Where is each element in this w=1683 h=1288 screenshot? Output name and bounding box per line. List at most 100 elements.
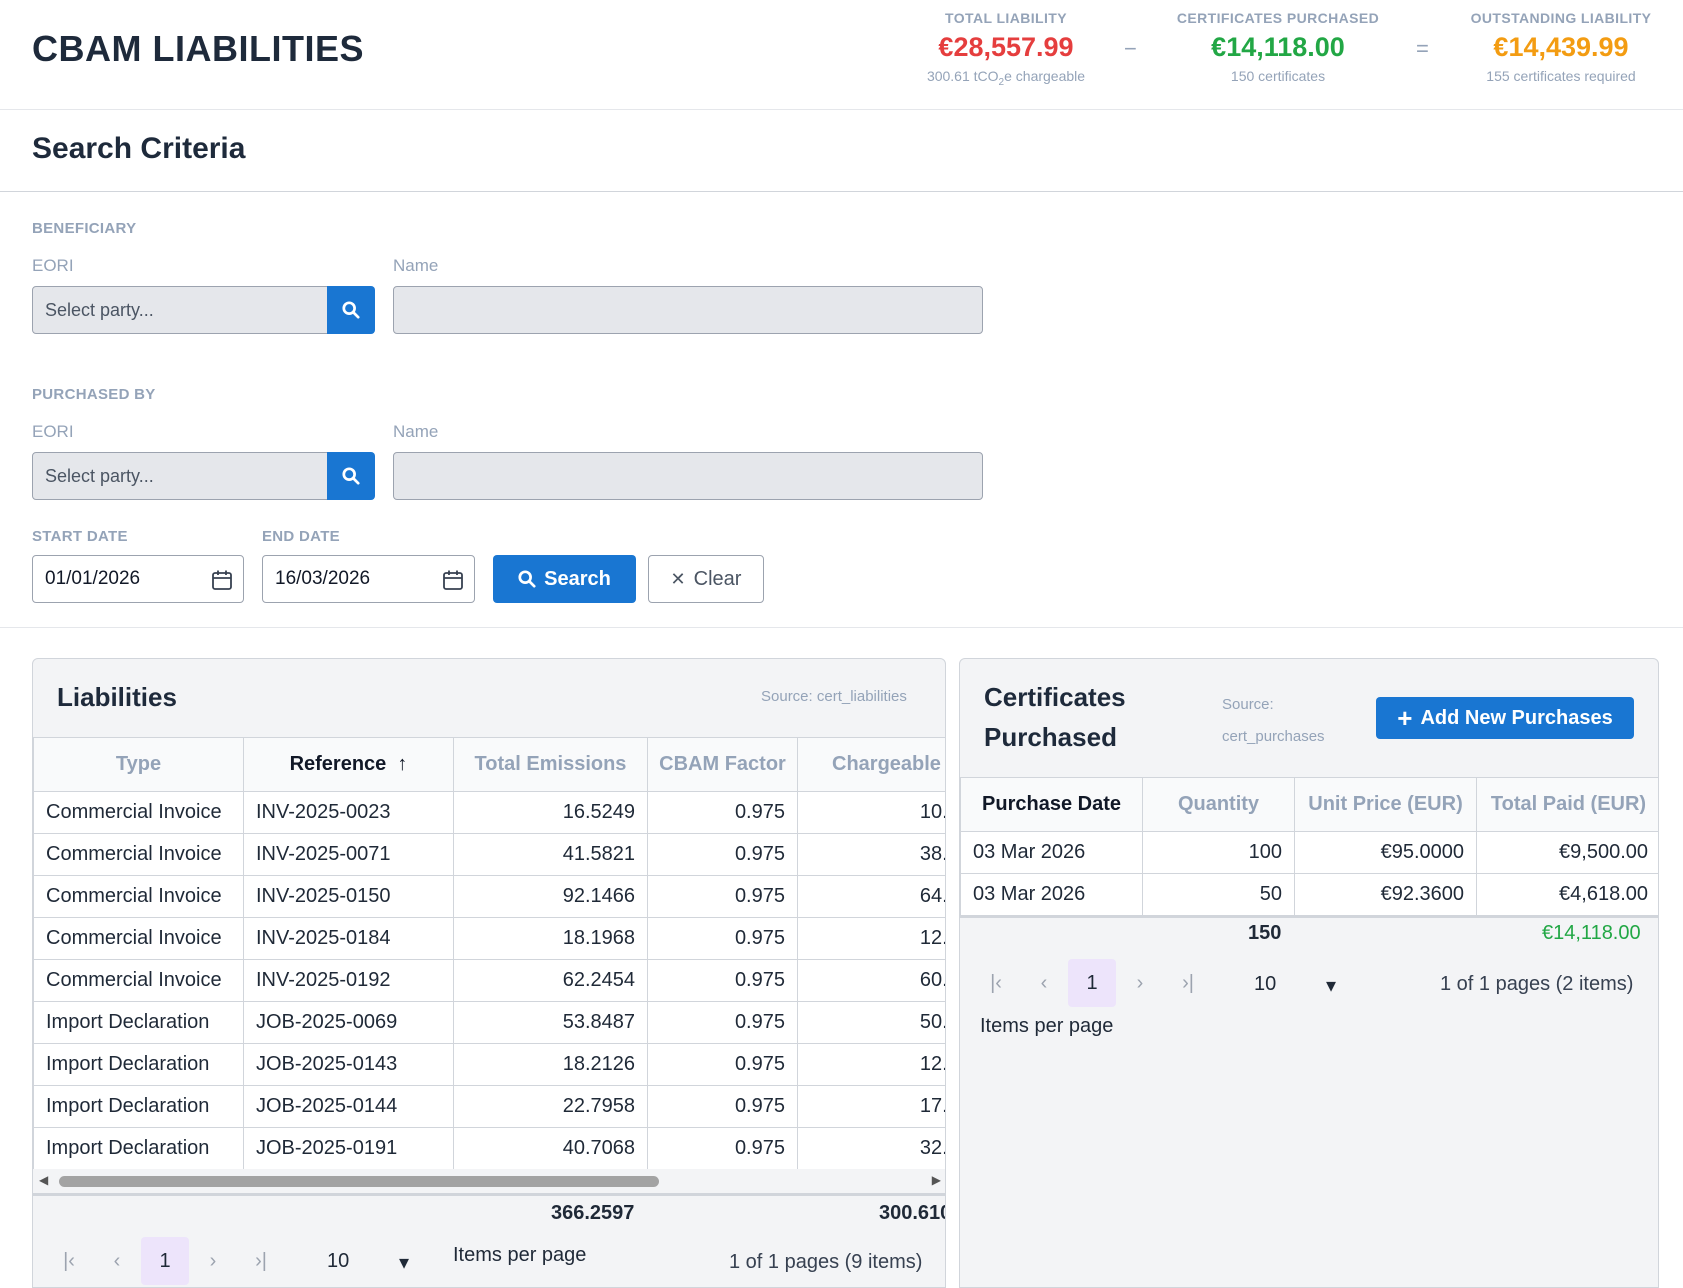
prev-page-icon[interactable]: ‹ — [1020, 959, 1068, 1007]
column-header-type[interactable]: Type — [33, 737, 244, 792]
end-date-label: END DATE — [262, 528, 340, 545]
total-chargeable-sum: 300.610 — [879, 1202, 946, 1224]
next-page-icon[interactable]: › — [1116, 959, 1164, 1007]
chevron-down-icon: ▾ — [399, 1252, 410, 1274]
table-cell: 0.975 — [647, 1043, 798, 1086]
table-cell: 18.1968 — [453, 917, 648, 960]
purchased-by-name-label: Name — [393, 422, 439, 441]
search-criteria-title: Search Criteria — [32, 132, 246, 165]
page-button-1[interactable]: 1 — [1068, 959, 1116, 1007]
table-cell: INV-2025-0184 — [243, 917, 454, 960]
scroll-left-icon[interactable]: ◀ — [39, 1173, 48, 1187]
table-cell: INV-2025-0192 — [243, 959, 454, 1002]
column-header-unit-price[interactable]: Unit Price (EUR) — [1294, 777, 1477, 832]
minus-operator: − — [1124, 36, 1137, 61]
table-row[interactable]: Commercial Invoice INV-2025-0192 62.2454 0.… — [33, 959, 945, 1002]
last-page-icon[interactable]: ›| — [1164, 959, 1212, 1007]
table-cell: Import Declaration — [33, 1043, 244, 1086]
page-size-select[interactable]: 10 ▾ — [1254, 973, 1336, 997]
search-button[interactable]: Search — [493, 555, 636, 603]
last-page-icon[interactable]: ›| — [237, 1237, 285, 1285]
beneficiary-search-button[interactable] — [327, 286, 375, 334]
column-header-chargeable[interactable]: Chargeable — [797, 737, 945, 792]
start-date-input[interactable]: 01/01/2026 — [32, 555, 244, 603]
search-icon — [518, 570, 536, 588]
purchased-by-name-field[interactable] — [393, 452, 983, 500]
add-new-purchases-button[interactable]: + Add New Purchases — [1376, 697, 1634, 739]
page-size-value: 10 — [1254, 973, 1277, 995]
kpi-total-value: €28,557.99 — [938, 32, 1074, 62]
table-cell: JOB-2025-0069 — [243, 1001, 454, 1044]
table-cell: 53.8487 — [453, 1001, 648, 1044]
table-row[interactable]: 03 Mar 2026 100 €95.0000 €9,500.00 — [960, 831, 1658, 874]
certificates-header-row: Purchase Date Quantity Unit Price (EUR) … — [960, 777, 1658, 832]
page-size-select[interactable]: 10 ▾ — [327, 1250, 409, 1274]
liabilities-pager: |‹ ‹ 1 › ›| — [45, 1237, 285, 1285]
clear-button[interactable]: ✕ Clear — [648, 555, 764, 603]
certificates-totals-row: 150 €14,118.00 — [960, 915, 1658, 947]
table-cell: 16.5249 — [453, 791, 648, 834]
table-row[interactable]: 03 Mar 2026 50 €92.3600 €4,618.00 — [960, 873, 1658, 916]
table-cell: 12.739 — [797, 917, 945, 960]
kpi-total-sub: 300.61 tCO2e chargeable — [926, 68, 1086, 88]
table-cell: 41.5821 — [453, 833, 648, 876]
start-date-label: START DATE — [32, 528, 128, 545]
table-row[interactable]: Import Declaration JOB-2025-0143 18.2126 0.… — [33, 1043, 945, 1086]
end-date-input[interactable]: 16/03/2026 — [262, 555, 475, 603]
table-cell: 18.2126 — [453, 1043, 648, 1086]
table-row[interactable]: Commercial Invoice INV-2025-0150 92.1466 0.… — [33, 875, 945, 918]
table-cell: JOB-2025-0191 — [243, 1127, 454, 1170]
column-header-purchase-date[interactable]: Purchase Date — [960, 777, 1143, 832]
table-cell: INV-2025-0071 — [243, 833, 454, 876]
table-cell: JOB-2025-0144 — [243, 1085, 454, 1128]
column-header-total-paid[interactable]: Total Paid (EUR) — [1476, 777, 1658, 832]
page-size-value: 10 — [327, 1250, 350, 1272]
scroll-thumb[interactable] — [59, 1176, 659, 1187]
table-row[interactable]: Import Declaration JOB-2025-0191 40.7068 0.… — [33, 1127, 945, 1170]
table-cell: Import Declaration — [33, 1085, 244, 1128]
liabilities-page-info: 1 of 1 pages (9 items) — [729, 1251, 923, 1273]
table-cell: 32.889 — [797, 1127, 945, 1170]
table-row[interactable]: Commercial Invoice INV-2025-0023 16.5249 0.… — [33, 791, 945, 834]
table-cell: JOB-2025-0143 — [243, 1043, 454, 1086]
first-page-icon[interactable]: |‹ — [45, 1237, 93, 1285]
column-header-quantity[interactable]: Quantity — [1142, 777, 1295, 832]
certificates-title: Certificates Purchased — [984, 682, 1126, 752]
plus-icon: + — [1397, 703, 1413, 733]
table-cell: Commercial Invoice — [33, 791, 244, 834]
page-button-1[interactable]: 1 — [141, 1237, 189, 1285]
beneficiary-name-field[interactable] — [393, 286, 983, 334]
table-row[interactable]: Import Declaration JOB-2025-0069 53.8487 0.… — [33, 1001, 945, 1044]
liabilities-table: Type Reference ↑ Total Emissions CBAM Fa… — [33, 737, 945, 1170]
purchased-by-eori-input[interactable]: Select party... — [32, 452, 328, 500]
kpi-outstanding-value: €14,439.99 — [1493, 32, 1629, 62]
scroll-right-icon[interactable]: ▶ — [932, 1173, 941, 1187]
table-row[interactable]: Commercial Invoice INV-2025-0071 41.5821 0.… — [33, 833, 945, 876]
table-row[interactable]: Commercial Invoice INV-2025-0184 18.1968 0.… — [33, 917, 945, 960]
purchased-by-search-button[interactable] — [327, 452, 375, 500]
table-cell: Commercial Invoice — [33, 917, 244, 960]
beneficiary-eori-input[interactable]: Select party... — [32, 286, 328, 334]
column-header-reference[interactable]: Reference ↑ — [243, 737, 454, 792]
table-cell: 03 Mar 2026 — [960, 831, 1143, 874]
items-per-page-label: Items per page — [980, 1015, 1114, 1037]
column-header-cbam-factor[interactable]: CBAM Factor — [647, 737, 798, 792]
table-cell: €92.3600 — [1294, 873, 1477, 916]
table-row[interactable]: Import Declaration JOB-2025-0144 22.7958 0.… — [33, 1085, 945, 1128]
table-cell: 0.975 — [647, 1127, 798, 1170]
table-cell: Import Declaration — [33, 1127, 244, 1170]
certificates-card: Certificates Purchased Source: cert_purc… — [959, 658, 1659, 1288]
horizontal-scrollbar[interactable]: ◀ ▶ — [33, 1169, 945, 1193]
table-cell: Commercial Invoice — [33, 959, 244, 1002]
table-cell: 50.620 — [797, 1001, 945, 1044]
next-page-icon[interactable]: › — [189, 1237, 237, 1285]
kpi-purchased-sub: 150 certificates — [1230, 68, 1326, 84]
table-cell: 0.975 — [647, 791, 798, 834]
kpi-purchased-value: €14,118.00 — [1211, 32, 1345, 62]
first-page-icon[interactable]: |‹ — [972, 959, 1020, 1007]
prev-page-icon[interactable]: ‹ — [93, 1237, 141, 1285]
table-cell: 60.401 — [797, 959, 945, 1002]
column-header-total-emissions[interactable]: Total Emissions — [453, 737, 648, 792]
table-cell: 38.765 — [797, 833, 945, 876]
liabilities-header-row: Type Reference ↑ Total Emissions CBAM Fa… — [33, 737, 945, 792]
